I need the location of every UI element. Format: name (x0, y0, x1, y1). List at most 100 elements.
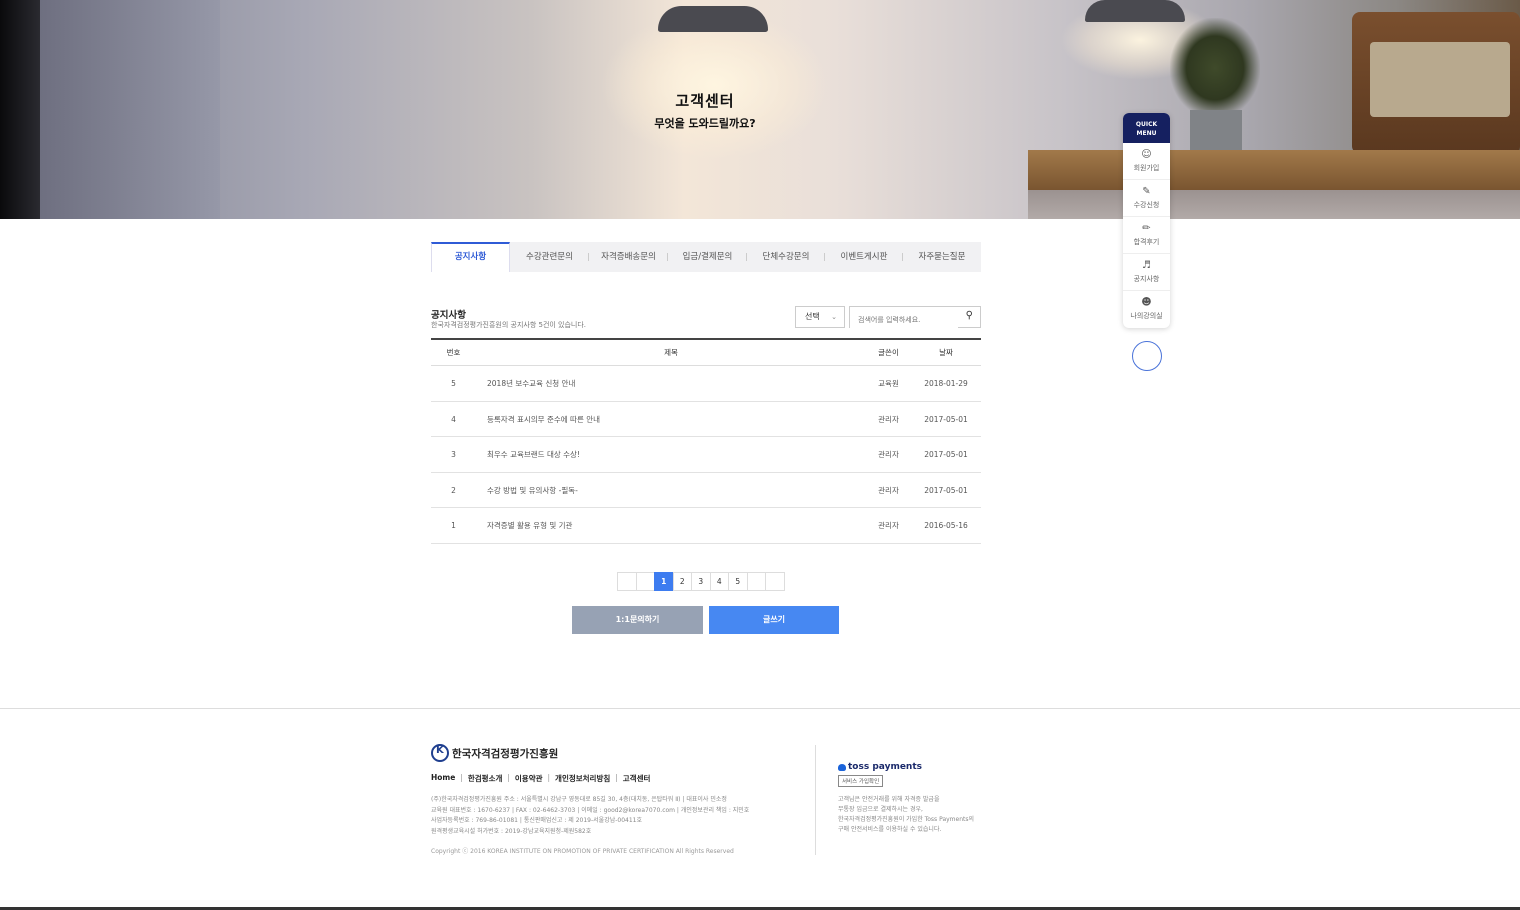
chevron-down-icon: ⌄ (831, 313, 837, 321)
toss-payments-logo: toss payments (838, 762, 922, 772)
table-row[interactable]: 4 등록자격 표시의무 준수에 따른 안내 관리자 2017-05-01 (431, 402, 981, 437)
row-author: 관리자 (878, 521, 899, 530)
page-button[interactable]: 3 (691, 572, 711, 591)
tab-label: 자격증배송문의 (601, 252, 656, 262)
company-info-line: 원격평생교육시설 허가번호 : 2019-강남교육지원청-제원582호 (431, 827, 592, 835)
footer-divider (0, 708, 1520, 709)
toss-name: toss payments (848, 762, 922, 772)
user-add-icon: ☺ (1141, 149, 1152, 160)
notice-table: 번호 제목 글쓴이 날짜 5 2018년 보수교육 신청 안내 교육원 2018… (431, 338, 981, 544)
search-icon[interactable]: ⚲ (966, 310, 973, 321)
search-box: ⚲ (849, 306, 981, 330)
quick-menu-header-line: QUICK (1135, 121, 1158, 128)
row-number: 3 (451, 450, 456, 459)
footer-link-support[interactable]: 고객센터 (623, 773, 651, 784)
tab-label: 자주묻는질문 (918, 252, 966, 262)
company-info-line: 교육원 대표번호 : 1670-6237 | FAX : 02-6462-370… (431, 806, 750, 814)
tab-faq[interactable]: 자주묻는질문 (903, 242, 981, 272)
row-title-link[interactable]: 수강 방법 및 유의사항 -필독- (476, 473, 866, 508)
table-row[interactable]: 3 최우수 교육브랜드 대상 수상! 관리자 2017-05-01 (431, 437, 981, 473)
page-button[interactable]: 2 (672, 572, 692, 591)
logo-icon (431, 744, 449, 762)
tab-label: 입금/결제문의 (682, 252, 733, 262)
lamp-glow (600, 10, 830, 160)
toss-description-line: 고객님은 안전거래를 위해 자격증 발급을 (838, 796, 940, 803)
row-title-link[interactable]: 등록자격 표시의무 준수에 따른 안내 (476, 402, 866, 437)
pagination: 1 2 3 4 5 (617, 572, 785, 591)
tab-course-inquiry[interactable]: 수강관련문의 (510, 242, 589, 272)
page-subtitle: 무엇을 도와드릴까요? (654, 117, 756, 130)
pendant-lamp (658, 6, 768, 32)
tab-event-board[interactable]: 이벤트게시판 (825, 242, 903, 272)
quick-menu-my-classroom[interactable]: ☻ 나의강의실 (1123, 291, 1170, 328)
page-button[interactable]: 4 (709, 572, 729, 591)
footer-link-terms[interactable]: 이용약관 (515, 773, 543, 784)
quick-menu-reviews[interactable]: ✏ 합격후기 (1123, 217, 1170, 254)
row-author: 관리자 (878, 485, 899, 495)
toss-description-line: 구매 안전서비스를 이용하실 수 있습니다. (838, 826, 942, 833)
tab-label: 이벤트게시판 (840, 252, 888, 262)
megaphone-icon: ♬ (1142, 260, 1151, 271)
prev-page-button[interactable] (635, 572, 655, 591)
footer-logo[interactable]: 한국자격검정평가진흥원 (431, 744, 558, 762)
row-number: 2 (451, 485, 456, 495)
board-description: 한국자격검정평가진흥원의 공지사항 5건이 있습니다. (431, 321, 587, 329)
quick-menu-label: 회원가입 (1133, 164, 1160, 172)
table-row[interactable]: 5 2018년 보수교육 신청 안내 교육원 2018-01-29 (431, 366, 981, 402)
write-button[interactable]: 글쓰기 (709, 606, 839, 634)
footer-link-home[interactable]: Home (431, 773, 455, 784)
row-title-link[interactable]: 2018년 보수교육 신청 안내 (476, 366, 866, 401)
last-page-button[interactable] (765, 572, 785, 591)
row-number: 1 (451, 521, 456, 530)
company-info-line: (주)한국자격검정평가진흥원 주소 : 서울특별시 강남구 영동대로 85길 3… (431, 796, 727, 803)
row-date: 2016-05-16 (924, 521, 968, 530)
quick-menu-label: 나의강의실 (1130, 312, 1163, 320)
toss-icon (838, 763, 846, 771)
footer-link-about[interactable]: 한검평소개 (468, 773, 503, 784)
select-value: 선택 (805, 312, 820, 321)
column-header-date: 날짜 (939, 348, 953, 357)
tab-label: 공지사항 (454, 252, 487, 262)
tab-group-inquiry[interactable]: 단체수강문의 (747, 242, 825, 272)
footer-link-privacy[interactable]: 개인정보처리방침 (555, 773, 610, 784)
table-row[interactable]: 1 자격증별 활용 유형 및 기관 관리자 2016-05-16 (431, 508, 981, 544)
quick-menu-enroll[interactable]: ✎ 수강신청 (1123, 180, 1170, 217)
quick-menu-signup[interactable]: ☺ 회원가입 (1123, 143, 1170, 180)
row-title-link[interactable]: 최우수 교육브랜드 대상 수상! (476, 437, 866, 472)
tab-certificate-delivery[interactable]: 자격증배송문의 (589, 242, 668, 272)
page-button[interactable]: 1 (654, 572, 674, 591)
board-title: 공지사항 (431, 310, 466, 321)
first-page-button[interactable] (617, 572, 637, 591)
page-button[interactable]: 5 (728, 572, 748, 591)
toss-verify-badge[interactable]: 서비스 가입확인 (838, 775, 884, 787)
page-title: 고객센터 (675, 92, 735, 110)
tab-payment-inquiry[interactable]: 입금/결제문의 (668, 242, 747, 272)
column-header-author: 글쓴이 (878, 348, 899, 357)
org-name: 한국자격검정평가진흥원 (452, 747, 559, 760)
table-row[interactable]: 2 수강 방법 및 유의사항 -필독- 관리자 2017-05-01 (431, 473, 981, 508)
toss-description-line: 무통장 입금으로 결제하시는 경우, (838, 806, 923, 813)
tab-notice[interactable]: 공지사항 (431, 242, 510, 272)
scroll-top-button[interactable] (1132, 341, 1162, 371)
search-type-select[interactable]: 선택 ⌄ (795, 306, 845, 328)
quick-menu-label: 공지사항 (1133, 275, 1160, 283)
company-info: (주)한국자격검정평가진흥원 주소 : 서울특별시 강남구 영동대로 85길 3… (431, 795, 749, 837)
tab-label: 수강관련문의 (526, 252, 573, 262)
copyright: Copyright ⓒ 2016 KOREA INSTITUTE ON PROM… (431, 848, 734, 855)
company-info-line: 사업자등록번호 : 769-86-01081 | 통신판매업신고 : 제 201… (431, 817, 643, 824)
quick-menu-notice[interactable]: ♬ 공지사항 (1123, 254, 1170, 291)
user-icon: ☻ (1141, 297, 1152, 308)
row-number: 4 (451, 414, 456, 424)
hero-heading: 고객센터 무엇을 도와드릴까요? (580, 90, 830, 131)
quick-menu-header: QUICK MENU (1123, 113, 1170, 143)
hero-bg-shade (0, 0, 40, 219)
next-page-button[interactable] (746, 572, 766, 591)
search-input[interactable] (850, 310, 958, 330)
inquiry-button[interactable]: 1:1문의하기 (572, 606, 703, 634)
tab-label: 단체수강문의 (762, 252, 810, 262)
column-header-no: 번호 (446, 348, 461, 357)
quick-menu-label: 수강신청 (1133, 201, 1160, 209)
plant-image (1170, 18, 1260, 118)
row-title-link[interactable]: 자격증별 활용 유형 및 기관 (476, 508, 866, 543)
row-author: 관리자 (878, 450, 899, 459)
